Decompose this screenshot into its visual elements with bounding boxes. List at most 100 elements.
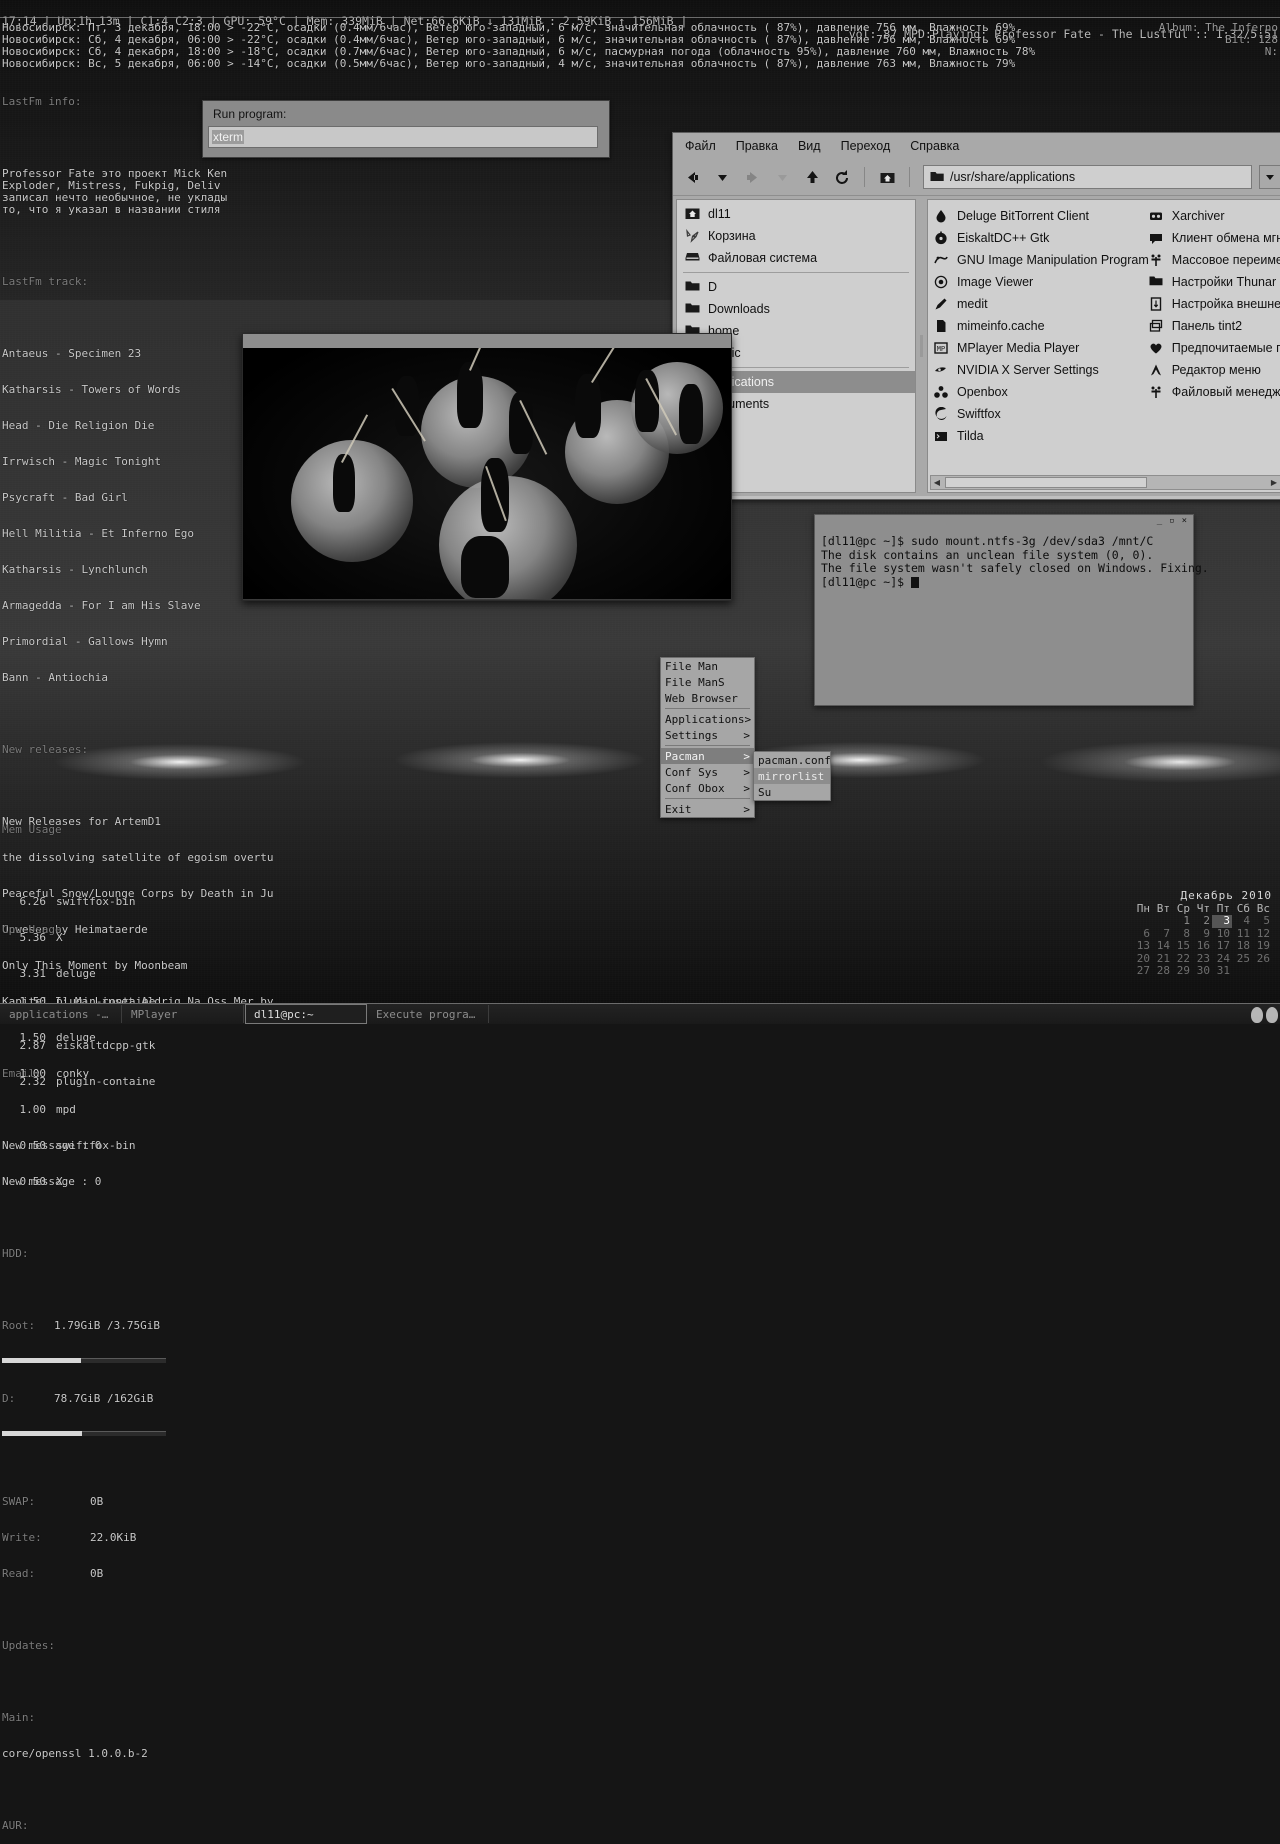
menu-edit[interactable]: Правка: [736, 139, 778, 153]
file-manager-toolbar[interactable]: /usr/share/applications: [673, 159, 1280, 196]
list-item-label: Массовое переимен: [1171, 253, 1280, 267]
list-item[interactable]: Настройки Thunar: [1149, 271, 1280, 293]
run-program-dialog[interactable]: Run program: xterm: [202, 100, 610, 158]
menu-item-settings[interactable]: Settings >: [661, 727, 754, 743]
taskbar-task-mplayer[interactable]: MPlayer: [123, 1005, 244, 1023]
list-item[interactable]: MP MPlayer Media Player: [934, 337, 1149, 359]
menu-item-pacman[interactable]: Pacman >: [661, 748, 754, 764]
folder-icon: [685, 302, 700, 317]
forward-history-dropdown-icon[interactable]: [769, 164, 795, 190]
sidebar-item-downloads[interactable]: Downloads: [677, 298, 915, 320]
write-value: 22.0KiB: [90, 1531, 137, 1544]
list-item[interactable]: Предпочитаемые при: [1149, 337, 1280, 359]
mplayer-video-area[interactable]: [243, 348, 731, 599]
file-manager-menubar[interactable]: Файл Правка Вид Переход Справка: [673, 133, 1280, 159]
sidebar-item-filesystem[interactable]: Файловая система: [677, 247, 915, 269]
scroll-right-icon[interactable]: ▶: [1268, 478, 1280, 487]
list-item[interactable]: Массовое переимен: [1149, 249, 1280, 271]
back-history-dropdown-icon[interactable]: [709, 164, 735, 190]
list-item[interactable]: Настройка внешнего: [1149, 293, 1280, 315]
list-item[interactable]: EiskaltDC++ Gtk: [934, 227, 1149, 249]
menu-item-exit[interactable]: Exit >: [661, 801, 754, 817]
sidebar-item-d[interactable]: D: [677, 276, 915, 298]
taskbar-task-terminal[interactable]: dl11@pc:~: [245, 1004, 367, 1024]
system-tray[interactable]: [1251, 1007, 1278, 1023]
list-item[interactable]: NVIDIA X Server Settings: [934, 359, 1149, 381]
submenu-item-pacman-conf[interactable]: pacman.conf: [754, 752, 831, 768]
list-item[interactable]: Панель tint2: [1149, 315, 1280, 337]
list-item[interactable]: GNU Image Manipulation Program: [934, 249, 1149, 271]
calendar-weekday-row: Пн Вт Ср Чт Пт Сб Вс: [1132, 902, 1272, 916]
taskbar-task-applications[interactable]: applications -…: [1, 1005, 122, 1023]
submenu-item-mirrorlist[interactable]: mirrorlist: [754, 768, 830, 784]
calendar-day: 15: [1176, 939, 1190, 952]
list-item[interactable]: Редактор меню: [1149, 359, 1280, 381]
up-icon[interactable]: [799, 164, 825, 190]
sidebar-item-dl11[interactable]: dl11: [677, 203, 915, 225]
mplayer-window[interactable]: [242, 333, 732, 601]
menu-item-conf-obox[interactable]: Conf Obox >: [661, 780, 754, 796]
performer: [679, 384, 703, 444]
submenu-item-su[interactable]: Su: [754, 784, 830, 800]
list-item-label: Панель tint2: [1171, 319, 1243, 333]
path-entry[interactable]: /usr/share/applications: [923, 165, 1252, 189]
sidebar-item-trash[interactable]: Корзина: [677, 225, 915, 247]
tray-icon-deluge-2[interactable]: [1266, 1007, 1278, 1023]
run-command-input[interactable]: xterm: [208, 126, 598, 148]
menu-item-file-man[interactable]: File Man: [661, 658, 754, 674]
list-item[interactable]: Swiftfox: [934, 403, 1149, 425]
menu-help[interactable]: Справка: [910, 139, 959, 153]
list-item[interactable]: Openbox: [934, 381, 1149, 403]
menu-item-conf-sys[interactable]: Conf Sys >: [661, 764, 754, 780]
menu-item-applications[interactable]: Applications >: [661, 711, 754, 727]
list-item-label: Файловый менеджер: [1171, 385, 1280, 399]
list-item[interactable]: medit: [934, 293, 1149, 315]
menu-item-file-mans[interactable]: File ManS: [661, 674, 754, 690]
close-icon[interactable]: ×: [1182, 517, 1187, 526]
openbox-root-menu[interactable]: File Man File ManS Web Browser Applicati…: [660, 657, 755, 818]
list-item-label: mimeinfo.cache: [957, 319, 1045, 333]
terminal-window[interactable]: _ ▫ × [dl11@pc ~]$ sudo mount.ntfs-3g /d…: [814, 514, 1209, 706]
calendar-week: 27 28 29 30 31: [1132, 964, 1272, 978]
list-item[interactable]: Deluge BitTorrent Client: [934, 205, 1149, 227]
path-dropdown-icon[interactable]: [1259, 165, 1280, 189]
conky-calendar: Декабрь 2010 Пн Вт Ср Чт Пт Сб Вс 1 2 3 …: [1132, 889, 1272, 978]
list-item[interactable]: Файловый менеджер: [1149, 381, 1280, 403]
mplayer-titlebar[interactable]: [243, 334, 731, 348]
scrollbar-thumb[interactable]: [945, 477, 1147, 488]
taskbar[interactable]: applications -… MPlayer dl11@pc:~ Execut…: [0, 1003, 1280, 1024]
calendar-week: 1 2 3 4 5: [1132, 914, 1272, 928]
path-text: /usr/share/applications: [950, 170, 1076, 184]
taskbar-task-execute-program[interactable]: Execute progra…: [368, 1005, 489, 1023]
list-item[interactable]: Xarchiver: [1149, 205, 1280, 227]
list-item[interactable]: Image Viewer: [934, 271, 1149, 293]
swap-value: 0B: [90, 1495, 104, 1508]
list-item[interactable]: Tilda: [934, 425, 1149, 447]
terminal-output[interactable]: [dl11@pc ~]$ sudo mount.ntfs-3g /dev/sda…: [817, 529, 1209, 703]
file-manager-window[interactable]: Файл Правка Вид Переход Справка /usr/sha…: [672, 132, 1280, 500]
menu-go[interactable]: Переход: [841, 139, 891, 153]
scroll-left-icon[interactable]: ◀: [931, 478, 943, 487]
horizontal-scrollbar[interactable]: ◀ ▶: [930, 475, 1280, 490]
terminal-titlebar[interactable]: _ ▫ ×: [815, 515, 1193, 528]
list-item[interactable]: mimeinfo.cache: [934, 315, 1149, 337]
maximize-icon[interactable]: ▫: [1169, 517, 1174, 526]
menu-file[interactable]: Файл: [685, 139, 716, 153]
menu-item-label: File Man: [665, 659, 718, 673]
read-label: Read:: [2, 1567, 36, 1580]
pane-splitter[interactable]: [919, 199, 924, 493]
lastfm-track: Primordial - Gallows Hymn: [2, 635, 168, 648]
forward-icon[interactable]: [739, 164, 765, 190]
minimize-icon[interactable]: _: [1157, 517, 1162, 526]
openbox-pacman-submenu[interactable]: pacman.conf mirrorlist Su: [753, 751, 831, 801]
reload-icon[interactable]: [829, 164, 855, 190]
home-icon[interactable]: [874, 164, 900, 190]
list-item[interactable]: Клиент обмена мгнов: [1149, 227, 1280, 249]
folder-icon: [930, 170, 944, 185]
file-list-view[interactable]: Deluge BitTorrent Client EiskaltDC++ Gtk…: [927, 199, 1280, 493]
tray-icon-deluge[interactable]: [1251, 1007, 1263, 1023]
back-icon[interactable]: [679, 164, 705, 190]
menu-view[interactable]: Вид: [798, 139, 821, 153]
menu-item-label: Settings: [665, 728, 718, 742]
menu-item-web-browser[interactable]: Web Browser: [661, 690, 754, 706]
